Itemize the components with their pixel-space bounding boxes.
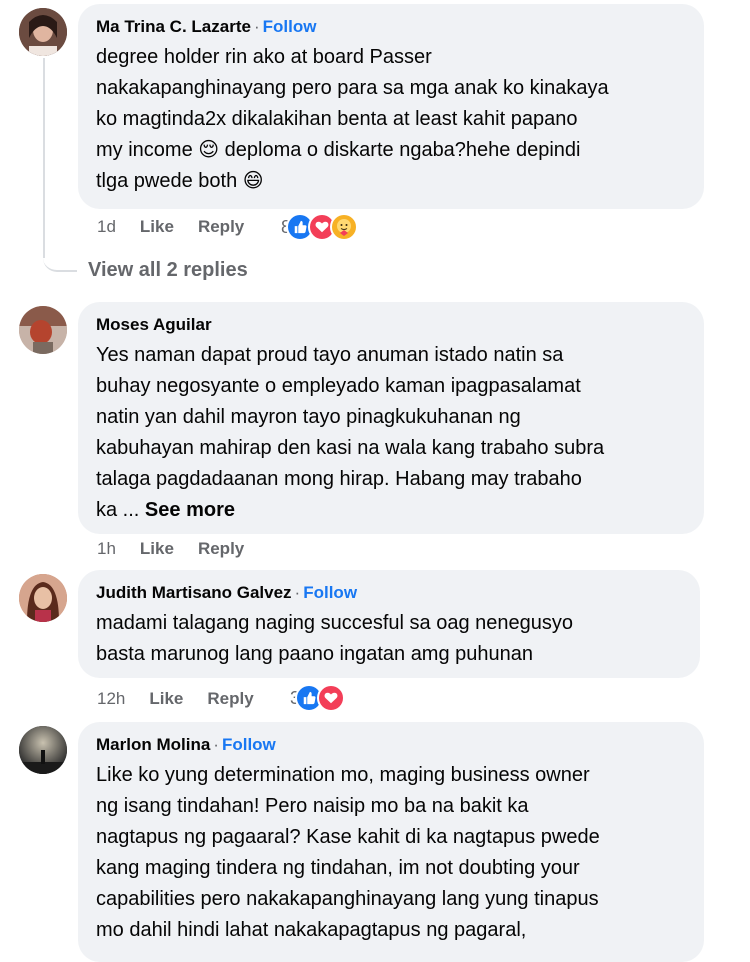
care-icon: [330, 213, 359, 241]
comment-bubble: Moses Aguilar Yes naman dapat proud tayo…: [78, 302, 704, 534]
reply-thread-line: [43, 58, 45, 258]
comment-line: talaga pagdadaanan mong hirap. Habang ma…: [96, 468, 582, 490]
comment-line: my income 😌 deploma o diskarte ngaba?heh…: [96, 139, 581, 161]
comment-text: Like ko yung determination mo, maging bu…: [96, 760, 686, 946]
comment-bubble: Judith Martisano Galvez · Follow madami ta…: [78, 570, 700, 678]
comment-text: Yes naman dapat proud tayo anuman istado…: [96, 340, 686, 526]
comment-line: Yes naman dapat proud tayo anuman istado…: [96, 344, 564, 366]
comment-line: Like ko yung determination mo, maging bu…: [96, 764, 590, 786]
comment-line: natin yan dahil mayron tayo pinagkukuhan…: [96, 406, 521, 428]
comment-bubble: Ma Trina C. Lazarte · Follow degree holder…: [78, 4, 704, 209]
comment-author[interactable]: Ma Trina C. Lazarte: [96, 17, 251, 36]
comment-line: basta marunog lang paano ingatan amg puh…: [96, 643, 534, 665]
comment-timestamp[interactable]: 12h: [97, 684, 125, 714]
love-icon: [317, 684, 346, 712]
avatar[interactable]: [19, 306, 67, 354]
comment-line: kang maging tindera ng tindahan, im not …: [96, 857, 580, 879]
reaction-summary[interactable]: 3: [290, 684, 346, 712]
avatar[interactable]: [19, 574, 67, 622]
comment-line: ko magtinda2x dikalakihan benta at least…: [96, 108, 578, 130]
avatar[interactable]: [19, 8, 67, 56]
like-button[interactable]: Like: [140, 534, 174, 564]
like-button[interactable]: Like: [140, 212, 174, 242]
comment-author[interactable]: Marlon Molina: [96, 735, 210, 754]
reaction-summary[interactable]: 8: [281, 213, 359, 241]
comment-line: degree holder rin ako at board Passer: [96, 46, 432, 68]
comment-bubble: Marlon Molina · Follow Like ko yung determ…: [78, 722, 704, 962]
comment-line: capabilities pero nakakapanghinayang lan…: [96, 888, 599, 910]
see-more-link[interactable]: See more: [145, 499, 235, 521]
follow-button[interactable]: Follow: [303, 583, 357, 602]
avatar[interactable]: [19, 726, 67, 774]
comment-timestamp[interactable]: 1h: [97, 534, 116, 564]
comment-line: buhay negosyante o empleyado kaman ipagp…: [96, 375, 581, 397]
avatar-photo: [19, 306, 67, 354]
comment-timestamp[interactable]: 1d: [97, 212, 116, 242]
separator-dot: ·: [253, 17, 260, 36]
comment-actions: 1d Like Reply: [97, 212, 268, 242]
comment-author[interactable]: Moses Aguilar: [96, 315, 212, 334]
follow-button[interactable]: Follow: [263, 17, 317, 36]
view-replies-link[interactable]: View all 2 replies: [88, 259, 248, 282]
follow-button[interactable]: Follow: [222, 735, 276, 754]
comment-line: tlga pwede both 😄: [96, 170, 264, 192]
avatar-photo: [19, 8, 67, 56]
reply-button[interactable]: Reply: [207, 684, 253, 714]
comment-line: kabuhayan mahirap den kasi na wala kang …: [96, 437, 605, 459]
separator-dot: ·: [294, 583, 301, 602]
separator-dot: ·: [213, 735, 219, 754]
reply-button[interactable]: Reply: [198, 534, 244, 564]
comment-line: mo dahil hindi lahat nakakapagtapus ng p…: [96, 919, 527, 941]
comment-line: ng isang tindahan! Pero naisip mo ba na …: [96, 795, 529, 817]
avatar-photo: [19, 574, 67, 622]
reply-thread-curve: [43, 245, 77, 272]
comment-text: madami talagang naging succesful sa oag …: [96, 608, 682, 670]
like-button[interactable]: Like: [149, 684, 183, 714]
comment-actions: 1h Like Reply: [97, 534, 268, 564]
comment-author[interactable]: Judith Martisano Galvez: [96, 583, 292, 602]
comment-line: ka ... See more: [96, 495, 686, 526]
reply-button[interactable]: Reply: [198, 212, 244, 242]
comment-actions: 12h Like Reply: [97, 684, 278, 714]
avatar-photo: [19, 726, 67, 774]
comment-line: madami talagang naging succesful sa oag …: [96, 612, 573, 634]
comment-text: degree holder rin ako at board Passer na…: [96, 42, 686, 197]
comment-line-text: ka ...: [96, 499, 140, 521]
comment-line: nakakapanghinayang pero para sa mga anak…: [96, 77, 609, 99]
comment-line: nagtapus ng pagaaral? Kase kahit di ka n…: [96, 826, 600, 848]
